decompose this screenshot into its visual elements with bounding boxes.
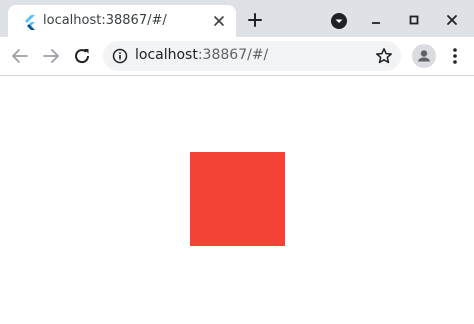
star-icon[interactable] <box>375 47 393 65</box>
url-text[interactable]: localhost:38867/#/ <box>135 47 268 63</box>
person-icon <box>418 50 430 62</box>
plus-icon[interactable] <box>245 10 265 30</box>
close-icon[interactable] <box>210 12 228 30</box>
back-arrow-icon[interactable] <box>9 45 31 67</box>
chevron-down-icon[interactable] <box>330 12 348 30</box>
browser-toolbar: localhost:38867/#/ <box>0 37 474 76</box>
url-host: localhost <box>135 47 198 63</box>
window-close-icon[interactable] <box>440 8 464 32</box>
reload-icon[interactable] <box>71 45 93 67</box>
browser-window: localhost:38867/#/ localhost:38867/#/ <box>0 0 474 324</box>
address-bar[interactable]: localhost:38867/#/ <box>103 41 401 71</box>
url-path: :38867/#/ <box>197 47 269 63</box>
browser-tab[interactable]: localhost:38867/#/ <box>8 5 236 37</box>
forward-arrow-icon[interactable] <box>40 45 62 67</box>
maximize-icon[interactable] <box>402 8 426 32</box>
tab-title: localhost:38867/#/ <box>43 13 167 28</box>
flutter-icon <box>25 15 35 30</box>
red-square <box>190 152 285 246</box>
tab-strip: localhost:38867/#/ <box>0 0 474 37</box>
minimize-icon[interactable] <box>364 8 388 32</box>
page-content <box>0 76 474 324</box>
kebab-menu-icon[interactable] <box>444 45 466 67</box>
info-icon[interactable] <box>112 48 128 64</box>
avatar-icon[interactable] <box>412 44 436 68</box>
